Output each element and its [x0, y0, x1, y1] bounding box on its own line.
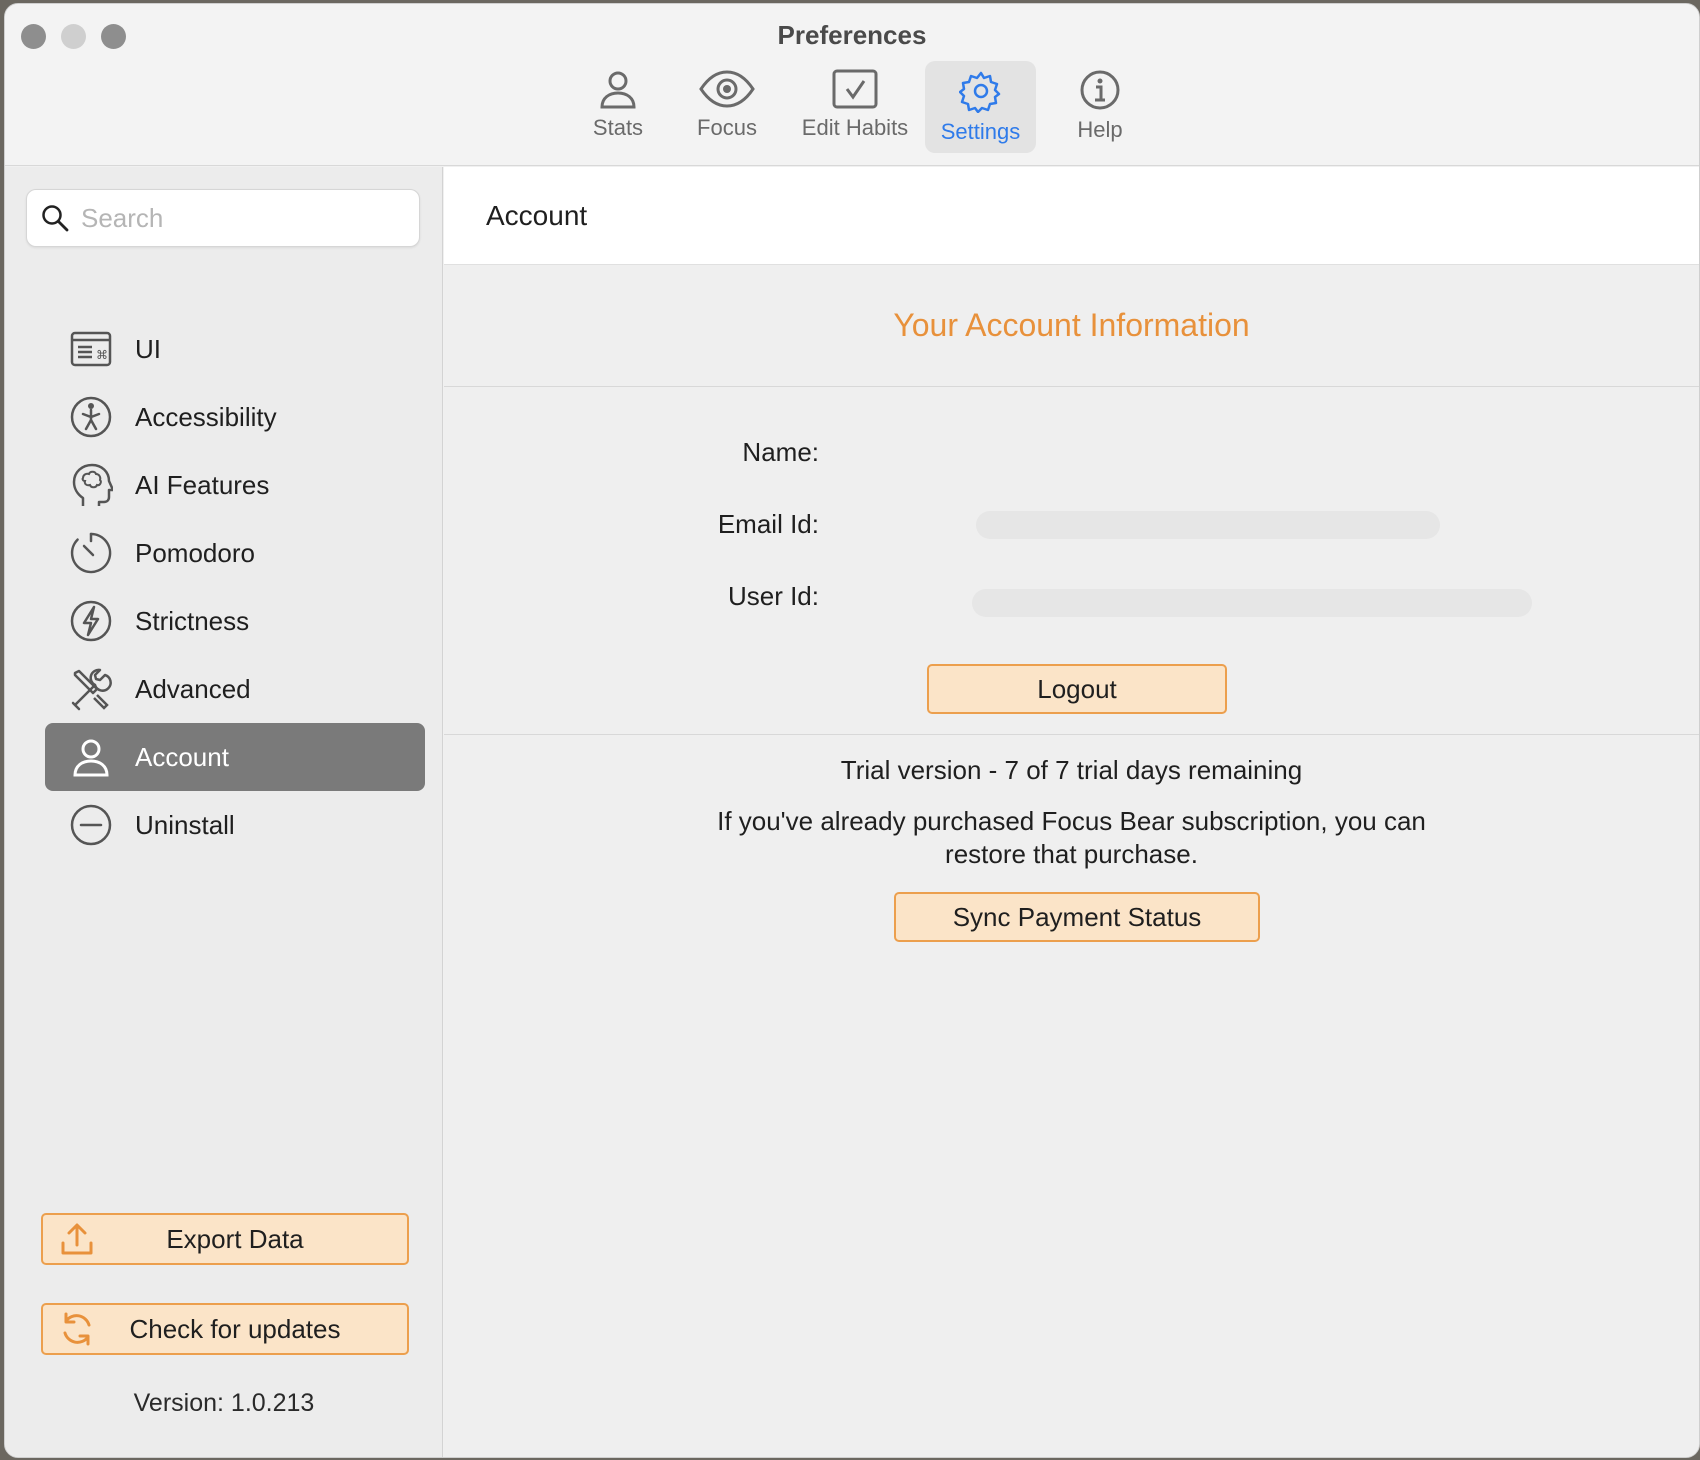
titlebar: Preferences Stats Focus Edit Habits Sett… — [5, 4, 1699, 166]
sidebar-item-account[interactable]: Account — [45, 723, 425, 791]
sidebar-item-label: Account — [135, 741, 229, 772]
version-text: Version: 1.0.213 — [133, 1389, 315, 1417]
tools-icon — [67, 665, 115, 713]
main-panel: Account Your Account Information Name: E… — [444, 167, 1699, 1457]
sidebar-item-label: Advanced — [135, 673, 251, 704]
person-icon — [600, 71, 636, 109]
check-updates-button[interactable]: Check for updates — [41, 1303, 409, 1355]
refresh-icon — [63, 1312, 91, 1346]
minus-circle-icon — [67, 801, 115, 849]
person-icon — [67, 733, 115, 781]
sidebar-item-strictness[interactable]: Strictness — [45, 587, 425, 655]
sidebar-item-advanced[interactable]: Advanced — [45, 655, 425, 723]
userid-value-redacted — [972, 589, 1532, 617]
userid-row: User Id: — [444, 581, 1699, 621]
upload-icon — [61, 1223, 93, 1255]
email-label: Email Id: — [717, 509, 819, 539]
tab-stats-label: Stats — [592, 115, 644, 140]
keyboard-window-icon: ⌘ — [67, 325, 115, 373]
checkbox-icon — [832, 69, 878, 109]
sidebar-item-label: Strictness — [135, 605, 250, 636]
timer-icon — [67, 529, 115, 577]
sidebar-item-ai-features[interactable]: AI Features — [45, 451, 425, 519]
accessibility-icon — [67, 393, 115, 441]
userid-label: User Id: — [727, 581, 819, 611]
name-row: Name: — [444, 437, 1699, 477]
export-data-label: Export Data — [166, 1223, 304, 1254]
tab-settings-label: Settings — [940, 119, 1021, 144]
gear-icon — [958, 71, 1000, 113]
tab-help-label: Help — [1077, 117, 1123, 142]
sidebar-item-ui[interactable]: ⌘ UI — [45, 315, 425, 383]
eye-icon — [699, 70, 755, 108]
sync-payment-button[interactable]: Sync Payment Status — [894, 892, 1260, 942]
tab-help[interactable]: Help — [1055, 61, 1145, 153]
tab-settings[interactable]: Settings — [925, 61, 1036, 153]
svg-text:⌘: ⌘ — [96, 348, 108, 362]
bolt-icon — [67, 597, 115, 645]
tab-stats[interactable]: Stats — [573, 61, 663, 153]
search-box[interactable] — [26, 189, 420, 247]
tab-focus[interactable]: Focus — [677, 61, 777, 153]
trial-status: Trial version - 7 of 7 trial days remain… — [840, 755, 1303, 785]
tab-edit-habits[interactable]: Edit Habits — [795, 61, 915, 153]
brain-head-icon — [67, 461, 115, 509]
sidebar: ⌘ UI Accessibility AI Features Pomodoro … — [5, 167, 443, 1457]
sidebar-item-pomodoro[interactable]: Pomodoro — [45, 519, 425, 587]
sidebar-item-label: Pomodoro — [135, 537, 255, 568]
preferences-window: Preferences Stats Focus Edit Habits Sett… — [4, 3, 1700, 1458]
email-row: Email Id: — [444, 509, 1699, 549]
sidebar-item-accessibility[interactable]: Accessibility — [45, 383, 425, 451]
window-title: Preferences — [777, 20, 927, 50]
sidebar-item-uninstall[interactable]: Uninstall — [45, 791, 425, 859]
page-title: Account — [444, 167, 1699, 265]
sidebar-item-label: AI Features — [135, 469, 270, 500]
section-title: Your Account Information — [444, 265, 1699, 387]
sidebar-item-label: Uninstall — [135, 809, 235, 840]
email-value-redacted — [976, 511, 1440, 539]
name-label: Name: — [742, 437, 819, 467]
tab-focus-label: Focus — [697, 115, 757, 140]
divider — [444, 734, 1699, 735]
search-icon — [42, 205, 69, 232]
check-updates-label: Check for updates — [129, 1313, 341, 1344]
search-input[interactable] — [81, 202, 401, 234]
settings-nav: ⌘ UI Accessibility AI Features Pomodoro … — [45, 315, 425, 859]
info-icon — [1080, 70, 1120, 110]
sidebar-item-label: UI — [135, 333, 161, 364]
restore-line-1: If you've already purchased Focus Bear s… — [717, 806, 1426, 836]
logout-button[interactable]: Logout — [927, 664, 1227, 714]
export-data-button[interactable]: Export Data — [41, 1213, 409, 1265]
tab-edit-habits-label: Edit Habits — [801, 115, 909, 140]
sidebar-item-label: Accessibility — [135, 401, 277, 432]
restore-line-2: restore that purchase. — [945, 839, 1198, 869]
